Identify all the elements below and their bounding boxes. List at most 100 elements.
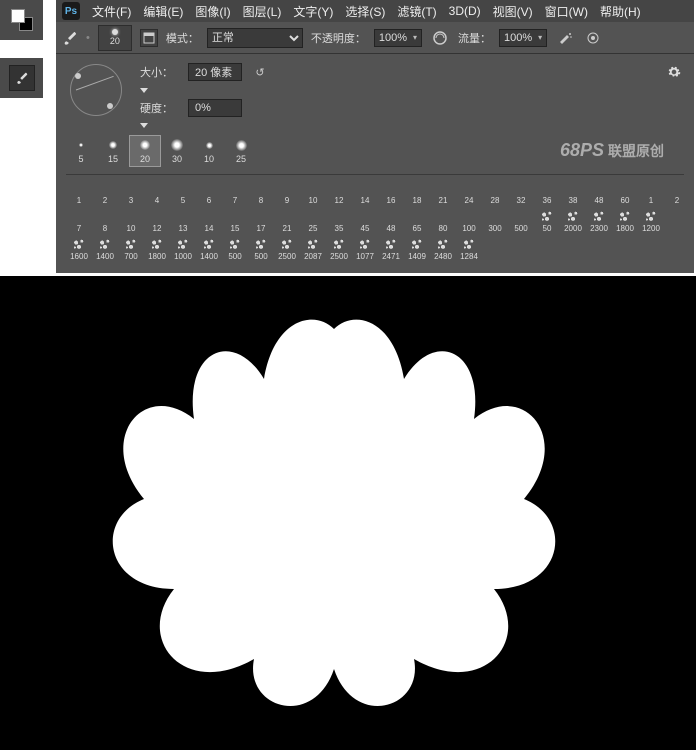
brush-preset-17[interactable]: 17 [248, 207, 274, 235]
brush-preset-1409[interactable]: 1409 [404, 235, 430, 263]
menu-type[interactable]: 文字(Y) [293, 3, 333, 20]
brush-preset-6[interactable]: 6 [196, 179, 222, 207]
brush-panel-toggle[interactable] [140, 29, 158, 47]
recent-brush-15[interactable]: 15 [98, 136, 128, 166]
brush-preset-8[interactable]: 8 [248, 179, 274, 207]
brush-preset-700[interactable]: 700 [118, 235, 144, 263]
menu-window[interactable]: 窗口(W) [545, 3, 588, 20]
brush-preset-14[interactable]: 14 [196, 207, 222, 235]
brush-preset-500[interactable]: 500 [508, 207, 534, 235]
brush-preset-48[interactable]: 48 [378, 207, 404, 235]
brush-preset-1284[interactable]: 1284 [456, 235, 482, 263]
foreground-background-swatch[interactable] [0, 0, 43, 40]
brush-preset-15[interactable]: 15 [222, 207, 248, 235]
reset-size-icon[interactable]: ↺ [250, 62, 270, 82]
brush-preset-10[interactable]: 10 [118, 207, 144, 235]
menu-view[interactable]: 视图(V) [493, 3, 533, 20]
brush-preset-7[interactable]: 7 [222, 179, 248, 207]
brush-preset-32[interactable]: 32 [508, 179, 534, 207]
brush-preset-1800[interactable]: 1800 [144, 235, 170, 263]
brush-preset-1[interactable]: 1 [66, 179, 92, 207]
brush-preset-12[interactable]: 12 [326, 179, 352, 207]
brush-preset-45[interactable]: 45 [352, 207, 378, 235]
menu-3d[interactable]: 3D(D) [449, 4, 481, 18]
brush-settings-gear[interactable] [664, 62, 684, 82]
foreground-color-swatch[interactable] [11, 9, 25, 23]
recent-brush-10[interactable]: 10 [194, 136, 224, 166]
recent-brush-20[interactable]: 20 [130, 136, 160, 166]
brush-preset-8[interactable]: 8 [92, 207, 118, 235]
menu-help[interactable]: 帮助(H) [600, 3, 641, 20]
opacity-field[interactable]: 100%▾ [374, 29, 422, 47]
brush-preset-2480[interactable]: 2480 [430, 235, 456, 263]
menu-filter[interactable]: 滤镜(T) [397, 3, 436, 20]
document-canvas[interactable] [0, 276, 696, 750]
brush-preset-100[interactable]: 100 [456, 207, 482, 235]
brush-preset-2300[interactable]: 2300 [586, 207, 612, 235]
menu-image[interactable]: 图像(I) [195, 3, 230, 20]
brush-preset-3[interactable]: 3 [118, 179, 144, 207]
brush-preset-2000[interactable]: 2000 [560, 207, 586, 235]
brush-preset-4[interactable]: 4 [144, 179, 170, 207]
brush-preset-21[interactable]: 21 [430, 179, 456, 207]
brush-preset-1[interactable]: 1 [638, 179, 664, 207]
brush-preset-5[interactable]: 5 [170, 179, 196, 207]
brush-preset-48[interactable]: 48 [586, 179, 612, 207]
brush-preset-1000[interactable]: 1000 [170, 235, 196, 263]
brush-preset-10[interactable]: 10 [300, 179, 326, 207]
pressure-opacity-icon[interactable] [430, 28, 450, 48]
brush-preset-9[interactable]: 9 [274, 179, 300, 207]
brush-preset-7[interactable]: 7 [66, 207, 92, 235]
brush-preset-2[interactable]: 2 [92, 179, 118, 207]
brush-preset-1200[interactable]: 1200 [638, 207, 664, 235]
hardness-field[interactable]: 0% [188, 99, 242, 117]
menu-edit[interactable]: 编辑(E) [143, 3, 183, 20]
hardness-slider-handle[interactable] [140, 123, 148, 128]
blend-mode-select[interactable]: 正常 [207, 28, 303, 48]
menu-select[interactable]: 选择(S) [345, 3, 385, 20]
brush-preset-28[interactable]: 28 [482, 179, 508, 207]
brush-preset-16[interactable]: 16 [378, 179, 404, 207]
brush-preset-2500[interactable]: 2500 [326, 235, 352, 263]
brush-preset-2471[interactable]: 2471 [378, 235, 404, 263]
brush-preset-35[interactable]: 35 [326, 207, 352, 235]
brush-preset-36[interactable]: 36 [534, 179, 560, 207]
brush-preset-picker[interactable]: 20 [98, 25, 132, 51]
brush-preset-2087[interactable]: 2087 [300, 235, 326, 263]
brush-preset-65[interactable]: 65 [404, 207, 430, 235]
brush-preset-25[interactable]: 25 [300, 207, 326, 235]
brush-preset-1400[interactable]: 1400 [92, 235, 118, 263]
brush-preset-18[interactable]: 18 [404, 179, 430, 207]
menu-layer[interactable]: 图层(L) [243, 3, 282, 20]
brush-preset-500[interactable]: 500 [222, 235, 248, 263]
brush-preset-500[interactable]: 500 [248, 235, 274, 263]
brush-preset-80[interactable]: 80 [430, 207, 456, 235]
brush-preset-21[interactable]: 21 [274, 207, 300, 235]
brush-preset-12[interactable]: 12 [144, 207, 170, 235]
app-logo: Ps [62, 2, 80, 20]
brush-preset-1600[interactable]: 1600 [66, 235, 92, 263]
recent-brush-5[interactable]: 5 [66, 136, 96, 166]
brush-preset-38[interactable]: 38 [560, 179, 586, 207]
brush-preset-2[interactable]: 2 [664, 179, 690, 207]
brush-preset-300[interactable]: 300 [482, 207, 508, 235]
brush-preset-14[interactable]: 14 [352, 179, 378, 207]
size-field[interactable]: 20 像素 [188, 63, 242, 81]
size-slider-handle[interactable] [140, 88, 148, 93]
pressure-size-icon[interactable] [583, 28, 603, 48]
brush-preset-1077[interactable]: 1077 [352, 235, 378, 263]
airbrush-toggle[interactable] [555, 28, 575, 48]
recent-brush-30[interactable]: 30 [162, 136, 192, 166]
brush-preset-2500[interactable]: 2500 [274, 235, 300, 263]
brush-preset-1800[interactable]: 1800 [612, 207, 638, 235]
recent-brush-25[interactable]: 25 [226, 136, 256, 166]
menu-file[interactable]: 文件(F) [92, 3, 131, 20]
brush-preset-60[interactable]: 60 [612, 179, 638, 207]
brush-angle-control[interactable] [70, 64, 122, 116]
brush-preset-24[interactable]: 24 [456, 179, 482, 207]
brush-preset-50[interactable]: 50 [534, 207, 560, 235]
brush-tool-button[interactable] [9, 65, 35, 91]
brush-preset-1400[interactable]: 1400 [196, 235, 222, 263]
brush-preset-13[interactable]: 13 [170, 207, 196, 235]
flow-field[interactable]: 100%▾ [499, 29, 547, 47]
